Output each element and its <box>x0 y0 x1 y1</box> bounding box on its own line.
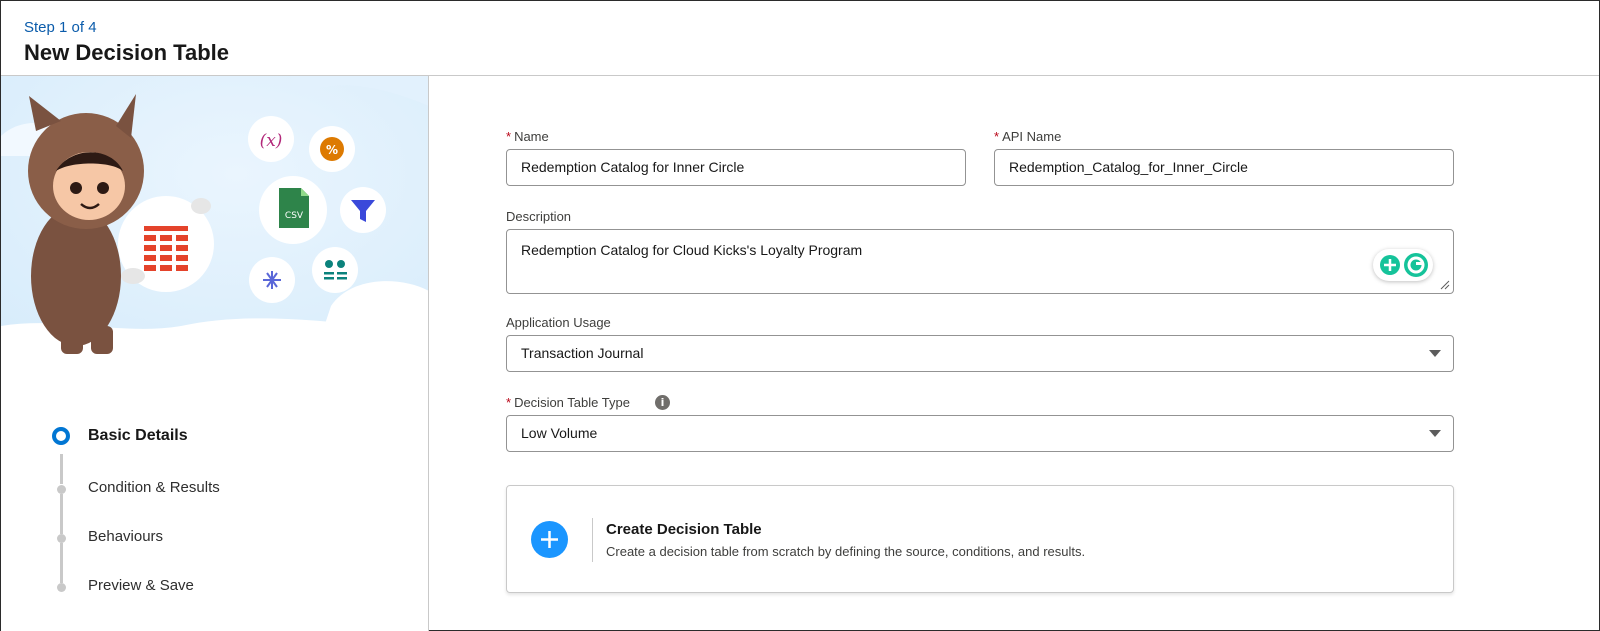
required-indicator: * <box>506 395 512 410</box>
step-behaviours[interactable]: Behaviours <box>88 528 163 545</box>
calculator-icon <box>312 247 358 293</box>
resize-handle-icon[interactable] <box>1440 280 1450 290</box>
card-description: Create a decision table from scratch by … <box>606 544 1086 559</box>
branch-icon <box>249 257 295 303</box>
api-name-input[interactable]: Redemption_Catalog_for_Inner_Circle <box>994 149 1454 186</box>
progress-connector <box>60 454 63 484</box>
chevron-down-icon[interactable] <box>1429 430 1441 437</box>
variable-icon: (x) <box>248 116 294 162</box>
hero-illustration: (x) % CSV <box>1 76 428 356</box>
plus-icon[interactable] <box>531 521 568 558</box>
decision-table-type-value: Low Volume <box>521 425 598 441</box>
step-marker[interactable] <box>57 583 66 592</box>
filter-icon <box>340 187 386 233</box>
svg-text:CSV: CSV <box>285 211 304 221</box>
card-title: Create Decision Table <box>606 521 762 538</box>
step-indicator: Step 1 of 4 <box>24 19 97 36</box>
step-marker-current[interactable] <box>52 427 70 445</box>
progress-connector <box>60 543 63 583</box>
name-input[interactable]: Redemption Catalog for Inner Circle <box>506 149 966 186</box>
grammarly-icon[interactable] <box>1373 249 1433 281</box>
application-usage-label: Application Usage <box>506 315 611 330</box>
step-marker[interactable] <box>57 485 66 494</box>
decision-table-type-select[interactable]: Low Volume <box>506 415 1454 452</box>
description-text: Redemption Catalog for Cloud Kicks's Loy… <box>521 242 863 258</box>
progress-connector <box>60 494 63 534</box>
api-name-label: * API Name <box>994 129 1062 144</box>
description-textarea[interactable]: Redemption Catalog for Cloud Kicks's Loy… <box>506 229 1454 294</box>
step-condition-results[interactable]: Condition & Results <box>88 479 220 496</box>
step-preview-save[interactable]: Preview & Save <box>88 577 194 594</box>
percent-icon: % <box>309 126 355 172</box>
application-usage-select[interactable]: Transaction Journal <box>506 335 1454 372</box>
app-frame: Step 1 of 4 New Decision Table (x) % CSV… <box>0 0 1600 631</box>
decision-table-icon <box>118 196 214 292</box>
chevron-down-icon[interactable] <box>1429 350 1441 357</box>
svg-text:%: % <box>326 143 338 157</box>
application-usage-value: Transaction Journal <box>521 345 644 361</box>
description-label: Description <box>506 209 572 224</box>
csv-file-icon: CSV <box>259 176 327 244</box>
svg-text:(x): (x) <box>260 131 283 151</box>
page-title: New Decision Table <box>24 40 229 65</box>
info-icon[interactable]: i <box>655 395 670 410</box>
left-panel: (x) % CSV Basic Details Condition & Resu… <box>1 76 429 631</box>
name-label: * Name <box>506 129 549 144</box>
step-basic-details[interactable]: Basic Details <box>88 427 188 445</box>
required-indicator: * <box>994 129 1000 144</box>
step-marker[interactable] <box>57 534 66 543</box>
create-decision-table-card[interactable]: Create Decision Table Create a decision … <box>506 485 1454 593</box>
decision-table-type-label: * Decision Table Type <box>506 395 630 410</box>
required-indicator: * <box>506 129 512 144</box>
grammarly-widget[interactable] <box>1373 249 1433 281</box>
page-header: Step 1 of 4 New Decision Table <box>1 1 1599 76</box>
card-divider <box>592 518 593 562</box>
